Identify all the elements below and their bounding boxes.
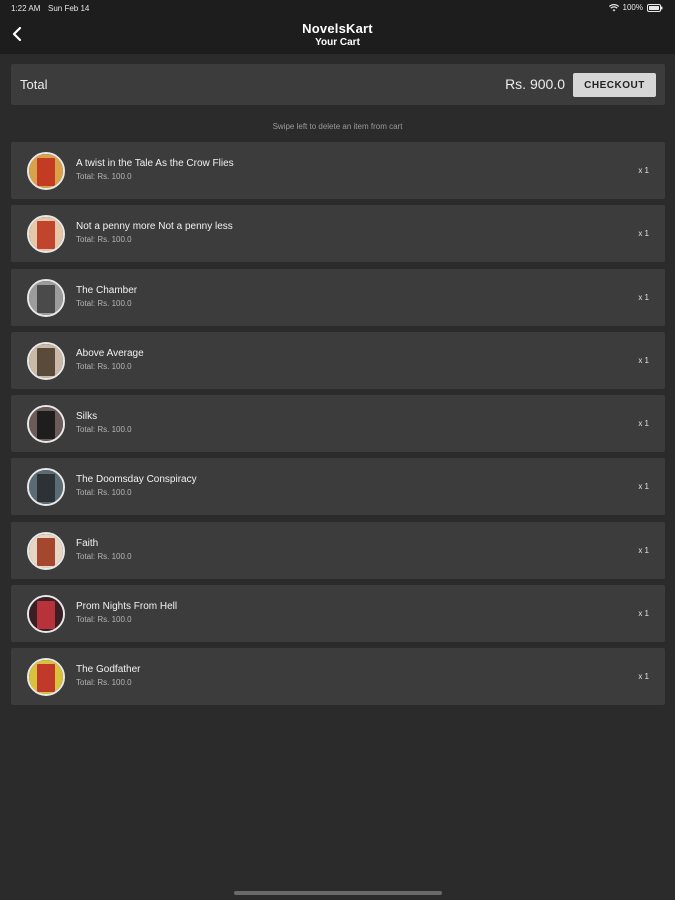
cart-item[interactable]: Not a penny more Not a penny less Total:… (11, 205, 665, 263)
item-title: Silks (76, 411, 98, 423)
item-quantity: x 1 (638, 545, 649, 555)
item-quantity: x 1 (638, 229, 649, 239)
item-total: Total: Rs. 100.0 (76, 172, 132, 181)
home-indicator[interactable] (234, 891, 442, 895)
cart-item[interactable]: Prom Nights From Hell Total: Rs. 100.0 x… (11, 585, 665, 643)
status-indicators: 100% (608, 3, 663, 12)
item-quantity: x 1 (638, 292, 649, 302)
item-total: Total: Rs. 100.0 (76, 615, 132, 625)
item-title: A twist in the Tale As the Crow Flies (76, 158, 234, 169)
item-quantity: x 1 (638, 419, 649, 429)
item-total: Total: Rs. 100.0 (76, 678, 132, 688)
item-total: Total: Rs. 100.0 (76, 551, 132, 561)
total-amount: Rs. 900.0 (505, 76, 565, 92)
item-total: Total: Rs. 100.0 (76, 235, 132, 245)
book-cover-thumbnail (27, 658, 65, 697)
cart-item[interactable]: Above Average Total: Rs. 100.0 x 1 (11, 331, 665, 389)
book-cover-thumbnail (27, 215, 65, 254)
item-total: Total: Rs. 100.0 (76, 361, 132, 371)
swipe-hint: Swipe left to delete an item from cart (272, 122, 403, 131)
item-quantity: x 1 (638, 609, 649, 619)
cart-screen: 1:22 AM Sun Feb 14 100% NovelsKart Your … (0, 0, 675, 900)
item-title: The Godfather (76, 664, 141, 676)
total-label: Total (20, 77, 48, 92)
checkout-button[interactable]: CHECKOUT (573, 73, 656, 97)
wifi-icon (608, 3, 619, 12)
cart-item[interactable]: The Chamber Total: Rs. 100.0 x 1 (11, 268, 665, 326)
book-cover-thumbnail (27, 152, 65, 190)
status-time: 1:22 AM (11, 4, 41, 13)
book-cover-thumbnail (27, 595, 65, 634)
item-quantity: x 1 (638, 355, 649, 365)
battery-percentage: 100% (622, 3, 643, 12)
item-quantity: x 1 (638, 166, 649, 175)
cart-item[interactable]: A twist in the Tale As the Crow Flies To… (11, 142, 665, 199)
item-title: Prom Nights From Hell (76, 601, 178, 613)
item-quantity: x 1 (638, 482, 649, 492)
item-title: Faith (76, 537, 99, 549)
cart-item[interactable]: The Doomsday Conspiracy Total: Rs. 100.0… (11, 458, 665, 516)
book-cover-thumbnail (27, 278, 65, 317)
status-bar: 1:22 AM Sun Feb 14 100% (0, 0, 675, 16)
status-date: Sun Feb 14 (48, 4, 90, 13)
item-title: Above Average (76, 347, 144, 359)
book-cover-thumbnail (27, 405, 65, 444)
item-quantity: x 1 (638, 672, 649, 682)
book-cover-thumbnail (27, 341, 65, 380)
item-total: Total: Rs. 100.0 (76, 298, 132, 308)
page-title: Your Cart (315, 37, 360, 48)
cart-total-bar: Total Rs. 900.0 CHECKOUT (11, 64, 665, 105)
cart-item[interactable]: Faith Total: Rs. 100.0 x 1 (11, 521, 665, 579)
cart-item[interactable]: Silks Total: Rs. 100.0 x 1 (11, 395, 665, 453)
item-title: The Chamber (76, 284, 138, 296)
book-cover-thumbnail (27, 468, 65, 507)
app-title: NovelsKart (302, 21, 373, 36)
item-total: Total: Rs. 100.0 (76, 425, 132, 435)
item-total: Total: Rs. 100.0 (76, 488, 132, 498)
battery-icon (647, 3, 663, 12)
navigation-bar: NovelsKart Your Cart (0, 16, 675, 54)
book-cover-thumbnail (27, 531, 65, 570)
cart-list: A twist in the Tale As the Crow Flies To… (11, 142, 665, 712)
item-title: The Doomsday Conspiracy (76, 474, 197, 486)
cart-item[interactable]: The Godfather Total: Rs. 100.0 x 1 (11, 648, 665, 706)
item-title: Not a penny more Not a penny less (76, 221, 233, 233)
